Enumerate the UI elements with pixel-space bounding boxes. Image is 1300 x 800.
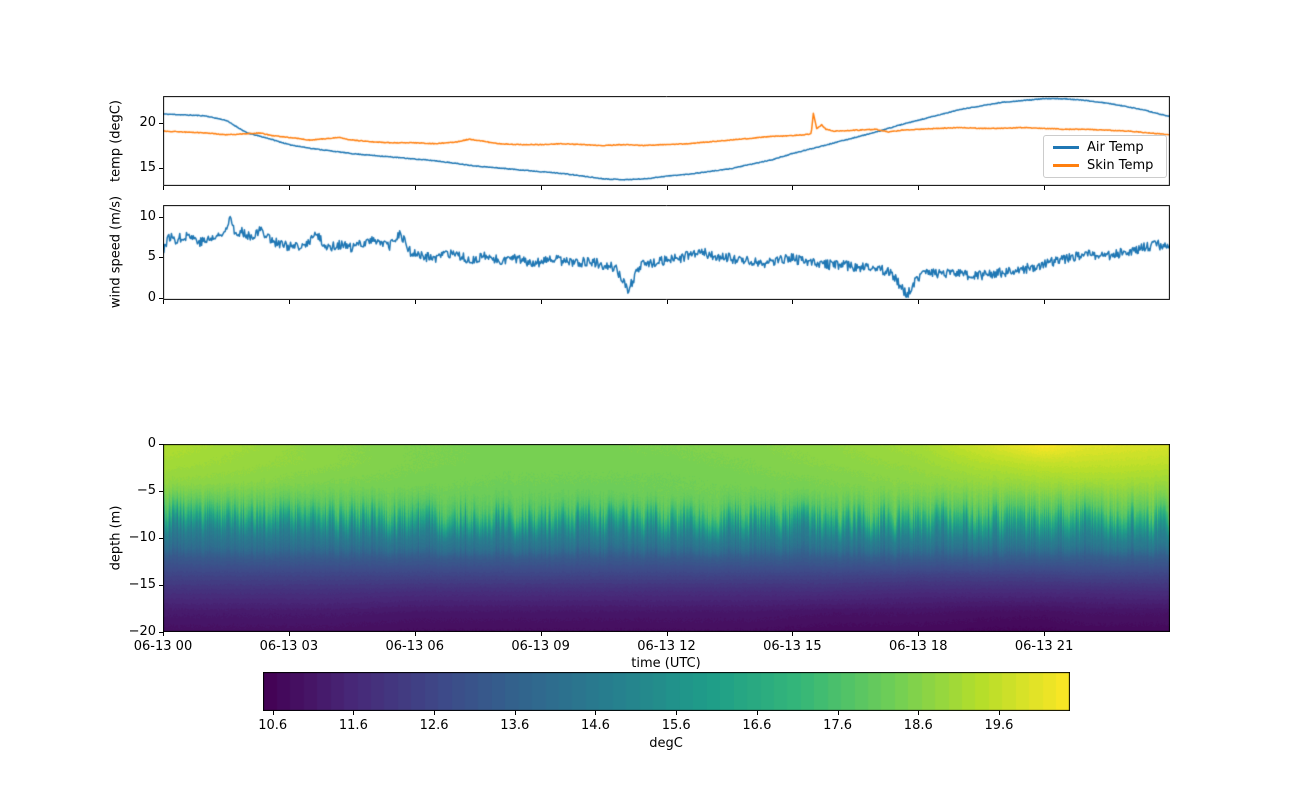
figure: temp (degC) Air Temp Skin Temp wind spee…: [0, 0, 1300, 800]
colorbar-label: degC: [649, 736, 683, 751]
heat-xtick-15: [792, 632, 793, 636]
colorbar-tick-1: [353, 711, 354, 715]
heat-ytick-3: [159, 585, 163, 586]
colorbar-tick-8: [918, 711, 919, 715]
skin-temp-legend-label: Skin Temp: [1087, 158, 1153, 173]
colorbar-tick-label-3: 13.6: [475, 718, 555, 733]
skin-temp-legend-line: [1053, 164, 1079, 167]
temp-xtick-6: [415, 186, 416, 190]
legend: Air Temp Skin Temp: [1043, 135, 1167, 178]
temp-xtick-12: [667, 186, 668, 190]
wind-xtick-12: [667, 300, 668, 304]
air-skin-temp-plot: [163, 96, 1170, 186]
time-axis-xlabel: time (UTC): [631, 656, 700, 671]
air-temp-legend-line: [1053, 146, 1079, 149]
heat-xtick-21: [1044, 632, 1045, 636]
heat-xtick-12: [667, 632, 668, 636]
colorbar-tick-label-8: 18.6: [878, 718, 958, 733]
wind-xtick-9: [541, 300, 542, 304]
colorbar-tick-0: [273, 711, 274, 715]
time-xtick-label-9: 06-13 09: [501, 639, 581, 654]
wind-speed-plot: [163, 205, 1170, 300]
wind-ytick-2: [159, 217, 163, 218]
air-temp-legend-label: Air Temp: [1087, 140, 1144, 155]
heat-ytick-label-1: −5: [112, 483, 156, 498]
colorbar-tick-label-0: 10.6: [233, 718, 313, 733]
temp-ytick-label-0: 15: [112, 160, 156, 175]
temp-ytick-1: [159, 123, 163, 124]
heat-ytick-0: [159, 444, 163, 445]
temp-ytick-label-1: 20: [112, 115, 156, 130]
wind-ytick-label-2: 10: [112, 209, 156, 224]
colorbar-tick-label-9: 19.6: [959, 718, 1039, 733]
temp-xtick-3: [289, 186, 290, 190]
time-xtick-label-3: 06-13 03: [249, 639, 329, 654]
colorbar-tick-2: [434, 711, 435, 715]
colorbar-tick-label-4: 14.6: [555, 718, 635, 733]
heat-xtick-0: [163, 632, 164, 636]
colorbar-tick-label-7: 17.6: [798, 718, 878, 733]
heat-ytick-label-3: −15: [112, 577, 156, 592]
wind-xtick-18: [918, 300, 919, 304]
colorbar-tick-3: [515, 711, 516, 715]
wind-ytick-1: [159, 257, 163, 258]
time-xtick-label-18: 06-13 18: [878, 639, 958, 654]
wind-xtick-6: [415, 300, 416, 304]
time-xtick-label-0: 06-13 00: [123, 639, 203, 654]
heat-ytick-1: [159, 491, 163, 492]
temp-xtick-18: [918, 186, 919, 190]
colorbar-tick-7: [838, 711, 839, 715]
heat-xtick-18: [918, 632, 919, 636]
heat-xtick-9: [541, 632, 542, 636]
heat-ytick-4: [159, 632, 163, 633]
colorbar-tick-9: [999, 711, 1000, 715]
time-xtick-label-6: 06-13 06: [375, 639, 455, 654]
heat-xtick-6: [415, 632, 416, 636]
colorbar-tick-label-1: 11.6: [313, 718, 393, 733]
time-xtick-label-15: 06-13 15: [752, 639, 832, 654]
colorbar-tick-5: [676, 711, 677, 715]
temp-xtick-9: [541, 186, 542, 190]
temp-xtick-0: [163, 186, 164, 190]
depth-temperature-heatmap: [163, 444, 1170, 632]
heat-ytick-label-2: −10: [112, 530, 156, 545]
heat-ytick-label-0: 0: [112, 436, 156, 451]
wind-xtick-15: [792, 300, 793, 304]
time-xtick-label-12: 06-13 12: [627, 639, 707, 654]
colorbar-tick-label-2: 12.6: [394, 718, 474, 733]
temp-xtick-21: [1044, 186, 1045, 190]
wind-ytick-label-1: 5: [112, 249, 156, 264]
heat-xtick-3: [289, 632, 290, 636]
temp-xtick-15: [792, 186, 793, 190]
heat-ytick-2: [159, 538, 163, 539]
wind-xtick-21: [1044, 300, 1045, 304]
wind-xtick-3: [289, 300, 290, 304]
heat-ytick-label-4: −20: [112, 624, 156, 639]
colorbar-tick-4: [595, 711, 596, 715]
temp-ytick-0: [159, 168, 163, 169]
time-xtick-label-21: 06-13 21: [1004, 639, 1084, 654]
wind-xtick-0: [163, 300, 164, 304]
colorbar-tick-6: [757, 711, 758, 715]
wind-ytick-label-0: 0: [112, 290, 156, 305]
colorbar-tick-label-5: 15.6: [636, 718, 716, 733]
legend-entry-skin-temp: Skin Temp: [1044, 158, 1166, 173]
colorbar-tick-label-6: 16.6: [717, 718, 797, 733]
colorbar: [263, 672, 1070, 711]
legend-entry-air-temp: Air Temp: [1044, 140, 1166, 155]
wind-ytick-0: [159, 298, 163, 299]
